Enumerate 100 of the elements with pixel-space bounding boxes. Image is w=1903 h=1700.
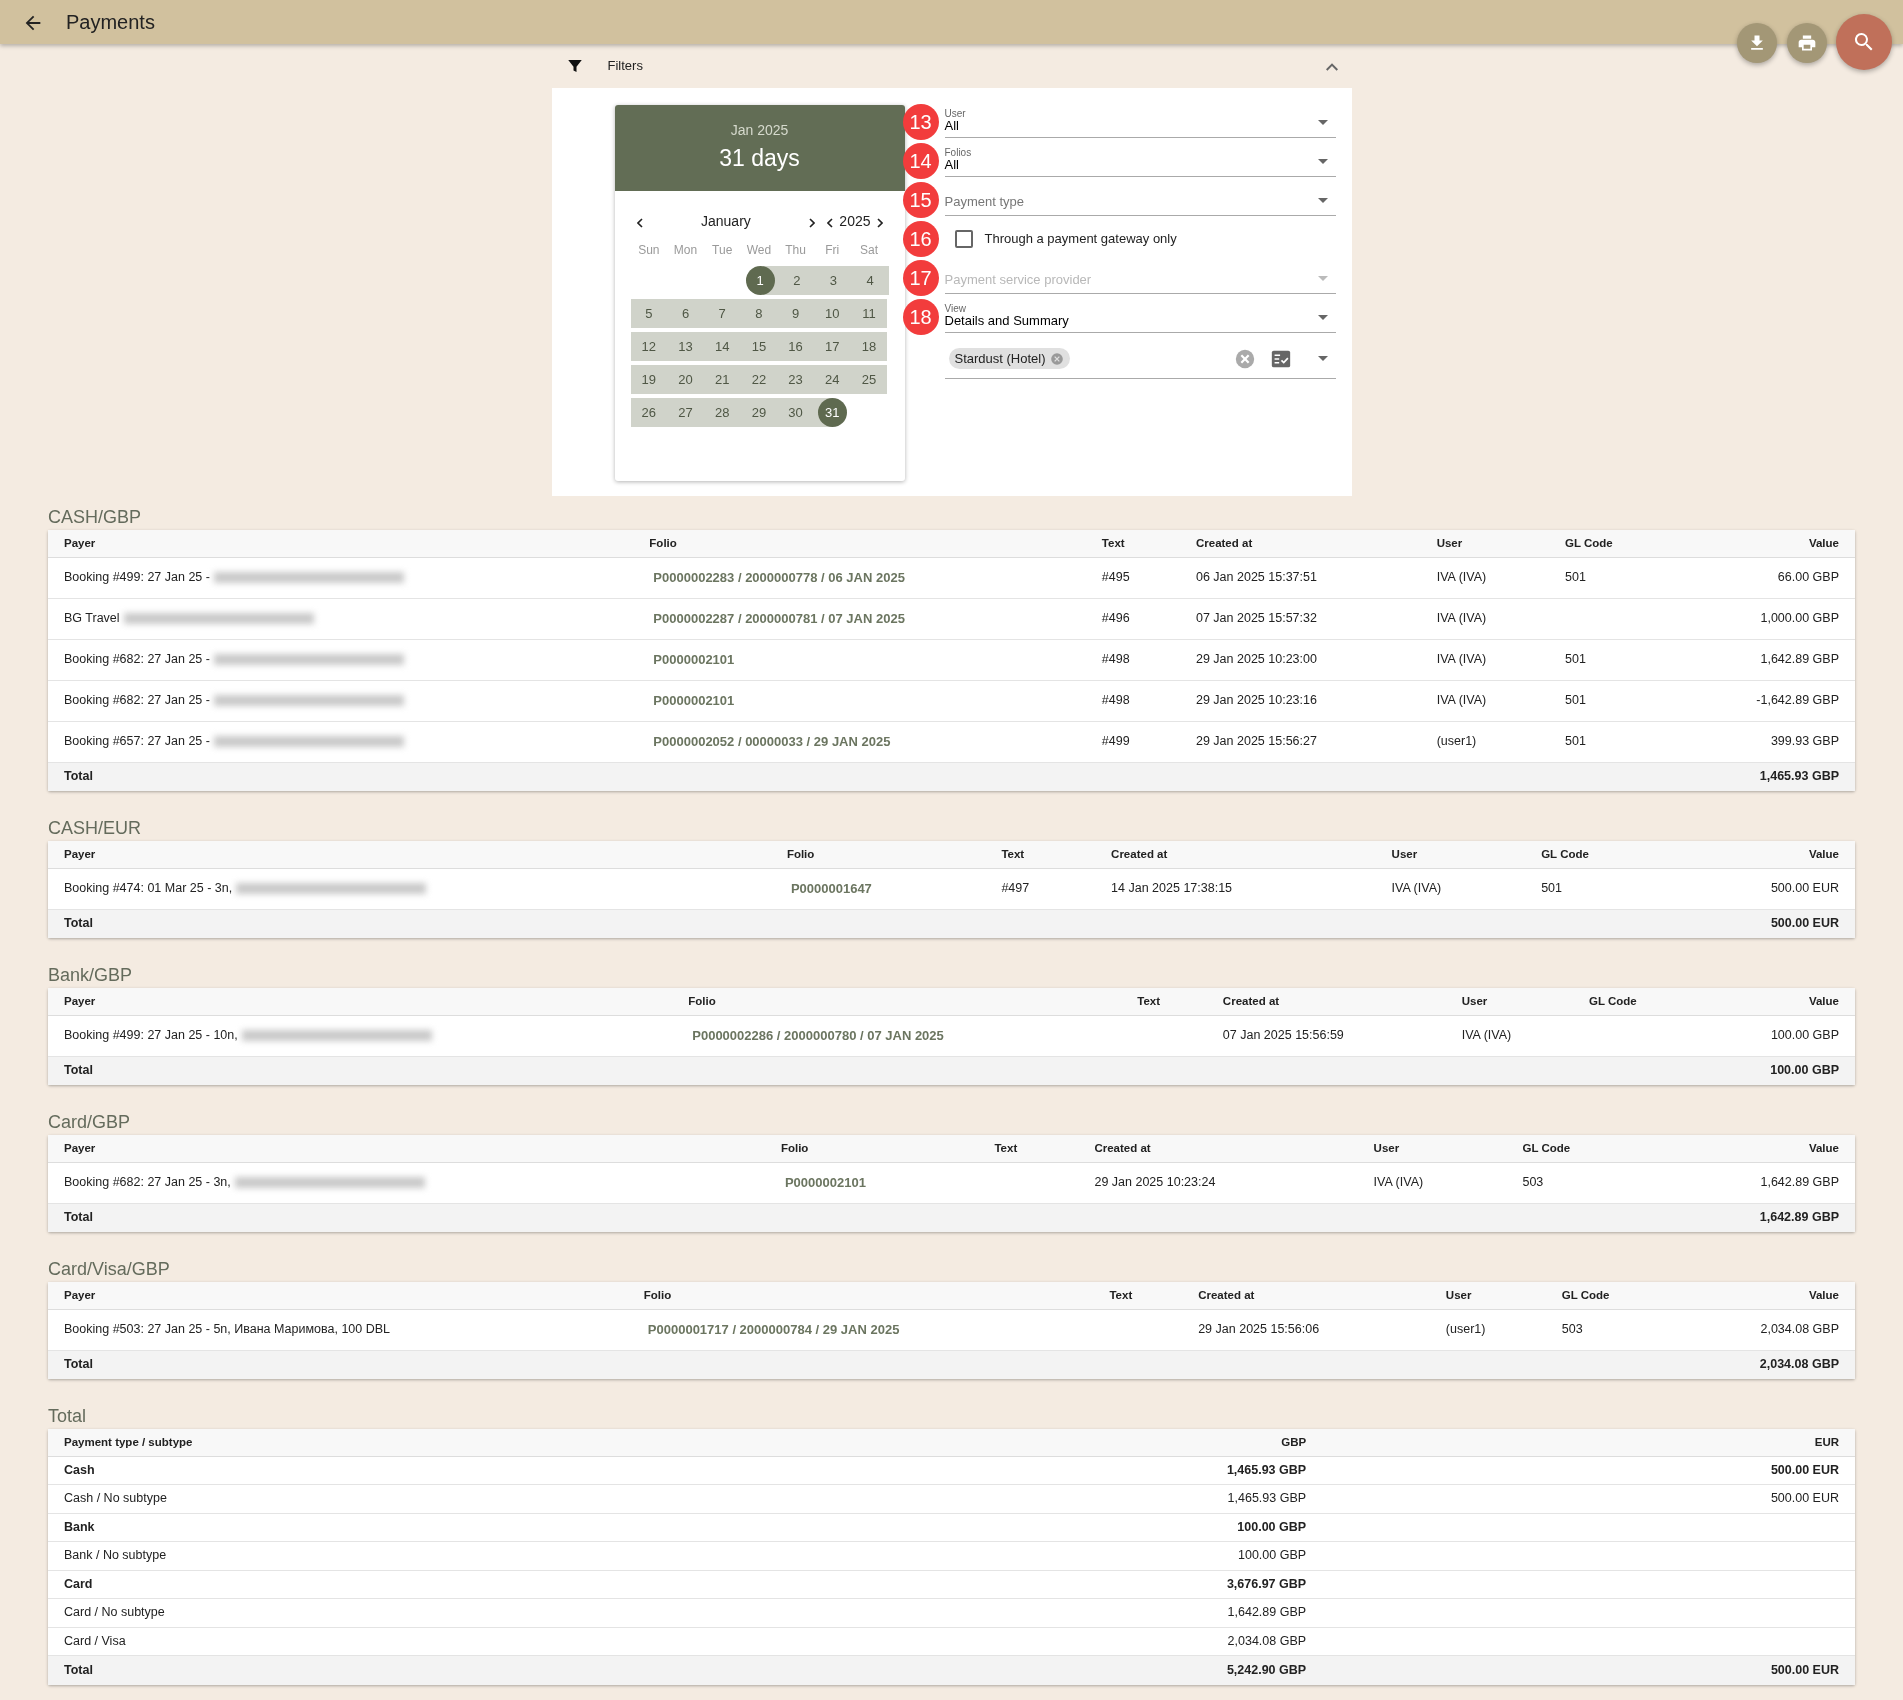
column-header: GL Code [1573,988,1698,1015]
dropdown-caret-icon [1317,276,1328,281]
column-header: Value [1674,530,1855,557]
clear-icon [1233,347,1256,370]
step-number: 14 [902,142,939,179]
folio-link[interactable]: P0000002052 / 00000033 / 29 JAN 2025 [653,733,891,749]
total-value: 2,034.08 GBP [1759,1357,1839,1372]
calendar-day[interactable]: 31 [817,398,847,427]
select-field[interactable]: Folios All [944,144,1336,177]
chip-select-field[interactable]: Stardust (Hotel) [944,339,1336,379]
folio-link[interactable]: P0000002101 [653,651,735,667]
weekday-label: Tue [711,242,734,259]
amount-text: 3,676.97 GBP [1226,1576,1307,1591]
weekday-label: Thu [784,242,807,259]
table-cell: 14 Jan 2025 17:38:15 [1111,881,1233,896]
table-cell: 66.00 GBP [1777,570,1839,585]
table-cell: 501 [1565,693,1586,708]
payer-text: Booking #474: 01 Mar 25 - 3n, [64,881,233,896]
table-cell: #498 [1101,652,1130,667]
folio-link[interactable]: P0000002283 / 2000000778 / 06 JAN 2025 [653,569,905,585]
column-header: User [1375,841,1526,868]
dropdown-caret-icon [1317,120,1328,125]
select-field[interactable]: Payment type [944,183,1336,216]
calendar-day[interactable]: 1 [745,266,775,295]
step-number: 13 [902,103,939,140]
step-number: 16 [902,220,939,257]
table-cell: 501 [1565,734,1586,749]
field-value: All [944,118,960,133]
table-cell: #496 [1101,611,1130,626]
table-cell: 29 Jan 2025 10:23:24 [1094,1175,1216,1190]
folio-link[interactable]: P0000002287 / 2000000781 / 07 JAN 2025 [653,610,905,626]
chevron-left-icon [636,217,643,228]
table-cell: IVA (IVA) [1436,570,1487,585]
column-header: Folio [764,1135,979,1162]
total-value: 1,642.89 GBP [1759,1210,1839,1225]
field-label: Folios [944,147,972,158]
section-title: Card/Visa/GBP [48,1258,171,1281]
total-label: Total [64,1357,93,1372]
field-placeholder: Payment type [944,192,1024,211]
table-cell: #495 [1101,570,1130,585]
column-header: Text [1093,1282,1183,1309]
weekday-label: Fri [824,242,841,259]
total-label: Total [64,1210,93,1225]
table-cell: 2,034.08 GBP [1760,1322,1839,1337]
folio-link[interactable]: P0000001647 [790,880,872,896]
weekday-label: Sun [637,242,661,259]
column-header: GBP [902,1429,1323,1456]
table-cell: IVA (IVA) [1436,693,1487,708]
payer-text: Booking #499: 27 Jan 25 - 10n, [64,1028,238,1043]
field-value: Details and Summary [944,313,1069,328]
select-field[interactable]: View Details and Summary [944,300,1336,333]
download-button[interactable] [1737,23,1777,63]
table-cell: IVA (IVA) [1436,652,1487,667]
column-header: User [1357,1135,1507,1162]
total-value: 100.00 GBP [1770,1063,1839,1078]
type-label: Bank / No subtype [64,1548,167,1563]
type-label: Cash [64,1462,95,1477]
payer-text: Booking #682: 27 Jan 25 - [64,693,210,708]
amount-text: 1,642.89 GBP [1227,1605,1307,1620]
select-field[interactable]: User All [944,105,1336,138]
table-cell: 07 Jan 2025 15:56:59 [1222,1028,1344,1043]
table-cell: IVA (IVA) [1436,611,1487,626]
folio-link[interactable]: P0000001717 / 2000000784 / 29 JAN 2025 [647,1321,900,1337]
dropdown-caret-icon [1317,198,1328,203]
weekday-label: Wed [745,242,773,259]
print-button[interactable] [1787,23,1827,63]
total-label: Total [64,916,93,931]
type-label: Bank [64,1519,95,1534]
filter-chip[interactable]: Stardust (Hotel) [948,347,1070,370]
checkbox-label: Through a payment gateway only [984,229,1177,248]
year-label: 2025 [839,212,871,231]
field-placeholder: Payment service provider [944,270,1092,289]
column-header: Value [1651,1135,1855,1162]
column-header: GL Code [1549,530,1675,557]
filters-title: Filters [607,57,643,76]
step-number: 17 [902,259,939,296]
amount-text: 500.00 EUR [1770,1662,1839,1677]
amount-text: 2,034.08 GBP [1227,1633,1307,1648]
folio-link[interactable]: P0000002101 [784,1174,866,1190]
column-header: GL Code [1525,841,1672,868]
folio-link[interactable]: P0000002101 [653,692,735,708]
table-cell: -1,642.89 GBP [1756,693,1839,708]
checkbox[interactable] [954,229,973,248]
total-value: 500.00 EUR [1770,916,1839,931]
column-header: Created at [1179,530,1421,557]
column-header: Folio [770,841,986,868]
total-label: Total [64,769,93,784]
column-header: GL Code [1545,1282,1675,1309]
table-cell: 501 [1541,881,1563,896]
column-header: User [1445,988,1574,1015]
search-button[interactable] [1836,14,1892,70]
table-cell: 503 [1522,1175,1544,1190]
column-header: Payer [48,841,771,868]
folio-link[interactable]: P0000002286 / 2000000780 / 07 JAN 2025 [692,1027,944,1043]
table-cell: 501 [1565,652,1586,667]
step-number: 18 [902,298,939,335]
weekday-label: Mon [672,242,699,259]
column-header: User [1429,1282,1546,1309]
field-label: View [944,303,967,314]
dropdown-caret-icon [1317,315,1328,320]
